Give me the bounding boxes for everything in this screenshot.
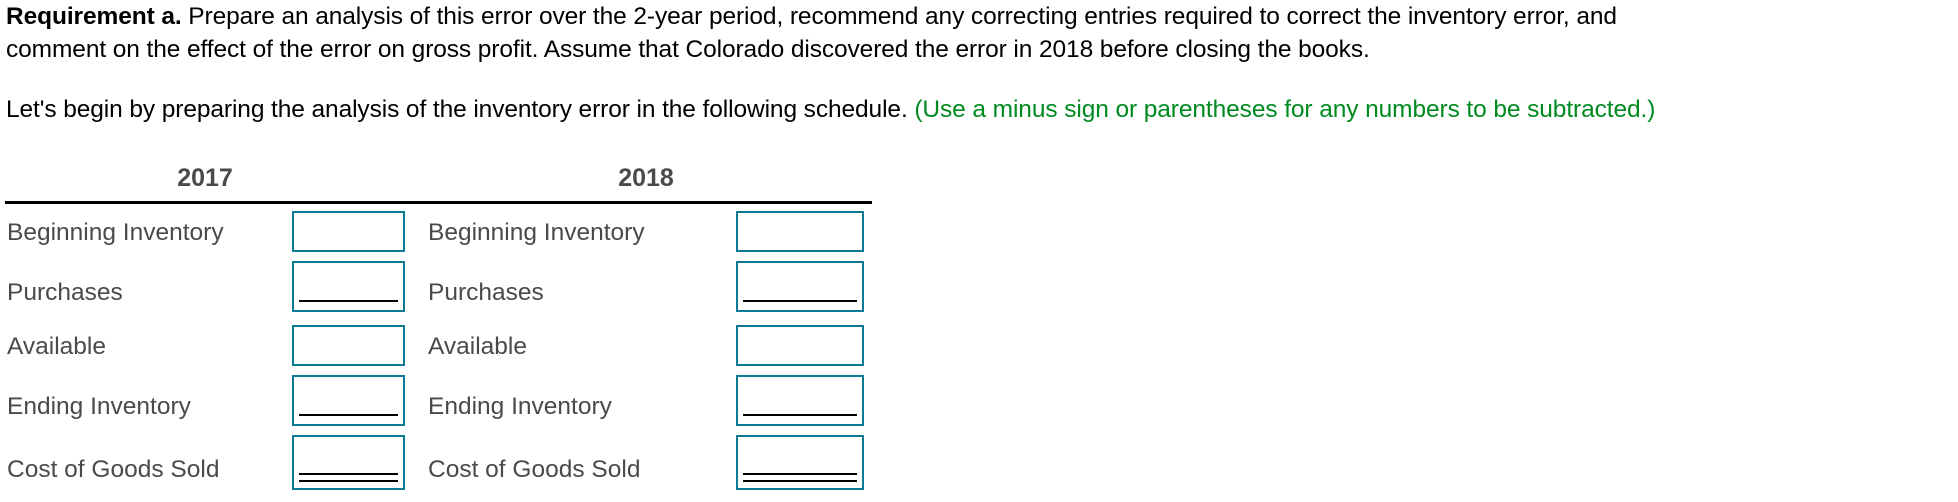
available-2017-cell[interactable] — [292, 325, 405, 366]
ending-inventory-2018-cell[interactable] — [736, 375, 864, 426]
header-divider — [5, 201, 872, 204]
purchases-2018-input[interactable] — [738, 263, 862, 310]
row-label-purchases-2018: Purchases — [428, 279, 544, 306]
requirement-text-line1: Prepare an analysis of this error over t… — [181, 3, 1617, 30]
cogs-2018-cell[interactable] — [736, 435, 864, 490]
beginning-inventory-2017-input[interactable] — [294, 213, 403, 250]
beginning-inventory-2018-cell[interactable] — [736, 211, 864, 252]
row-label-available-2017: Available — [7, 333, 106, 360]
ending-inventory-2017-cell[interactable] — [292, 375, 405, 426]
cogs-2017-cell[interactable] — [292, 435, 405, 490]
requirement-instructions: Requirement a. Prepare an analysis of th… — [6, 0, 1617, 66]
beginning-inventory-2017-cell[interactable] — [292, 211, 405, 252]
row-label-beginning-inventory-2018: Beginning Inventory — [428, 219, 645, 246]
ending-inventory-2018-input[interactable] — [738, 377, 862, 424]
row-label-purchases-2017: Purchases — [7, 279, 123, 306]
column-header-2017: 2017 — [177, 164, 233, 192]
requirement-label: Requirement a. — [6, 3, 182, 30]
row-label-ending-inventory-2017: Ending Inventory — [7, 393, 191, 420]
available-2017-input[interactable] — [294, 327, 403, 364]
purchases-2018-cell[interactable] — [736, 261, 864, 312]
available-2018-input[interactable] — [738, 327, 862, 364]
lead-text: Let's begin by preparing the analysis of… — [6, 96, 915, 123]
purchases-2017-cell[interactable] — [292, 261, 405, 312]
row-label-available-2018: Available — [428, 333, 527, 360]
cogs-2018-input[interactable] — [738, 437, 862, 488]
beginning-inventory-2018-input[interactable] — [738, 213, 862, 250]
hint-text: (Use a minus sign or parentheses for any… — [914, 96, 1656, 123]
purchases-2017-input[interactable] — [294, 263, 403, 310]
schedule-lead: Let's begin by preparing the analysis of… — [6, 93, 1655, 126]
row-label-ending-inventory-2018: Ending Inventory — [428, 393, 612, 420]
available-2018-cell[interactable] — [736, 325, 864, 366]
requirement-text-line2: comment on the effect of the error on gr… — [6, 36, 1370, 63]
column-header-2018: 2018 — [618, 164, 674, 192]
ending-inventory-2017-input[interactable] — [294, 377, 403, 424]
row-label-cogs-2018: Cost of Goods Sold — [428, 456, 641, 483]
cogs-2017-input[interactable] — [294, 437, 403, 488]
row-label-cogs-2017: Cost of Goods Sold — [7, 456, 220, 483]
row-label-beginning-inventory-2017: Beginning Inventory — [7, 219, 224, 246]
